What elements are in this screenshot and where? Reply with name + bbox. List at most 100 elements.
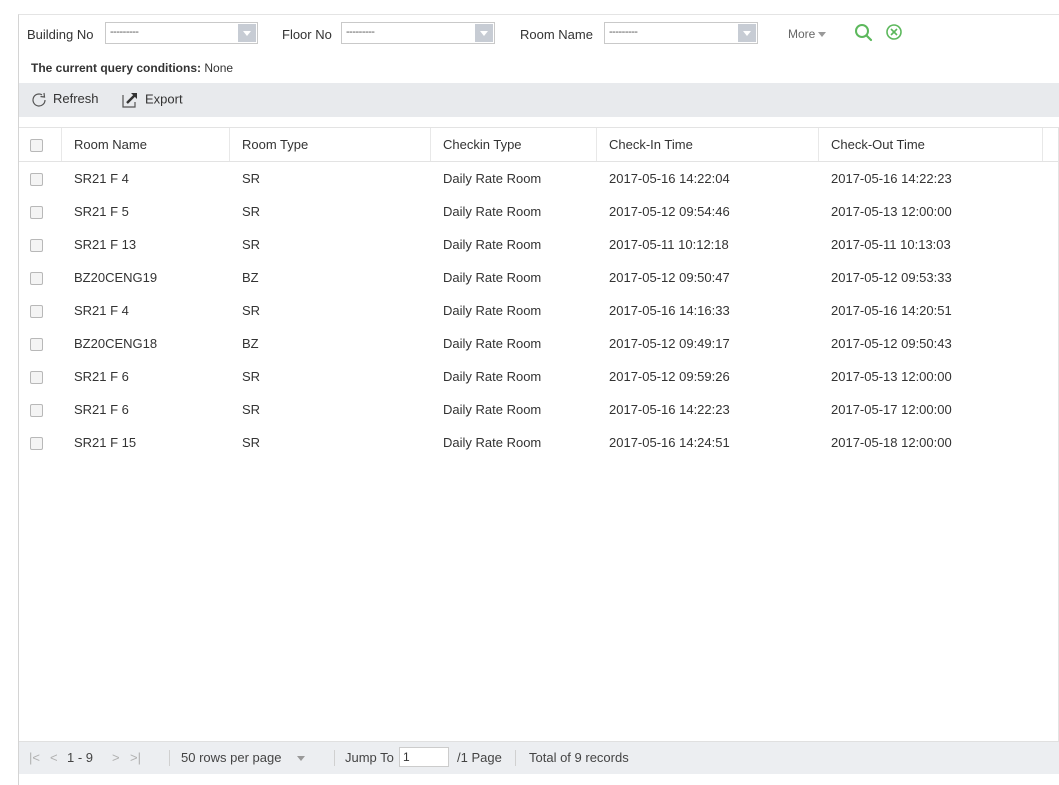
- row-checkbox[interactable]: [30, 404, 43, 417]
- toolbar: Refresh Export: [19, 83, 1059, 117]
- caret-down-icon: [818, 32, 827, 38]
- room-name-cell: SR21 F 6: [74, 402, 129, 417]
- main-panel: Building No --------- Floor No ---------…: [18, 14, 1059, 785]
- table-row[interactable]: BZ20CENG19 BZ Daily Rate Room 2017-05-12 09…: [19, 261, 1058, 294]
- check-out-time-cell: 2017-05-13 12:00:00: [831, 369, 952, 384]
- filter-bar: Building No --------- Floor No ---------…: [19, 15, 1059, 55]
- query-conditions-value: None: [204, 61, 234, 75]
- refresh-button[interactable]: Refresh: [31, 91, 99, 108]
- room-name-select[interactable]: ---------: [604, 22, 758, 44]
- export-button[interactable]: Export: [121, 91, 183, 109]
- row-select-cell: [19, 426, 62, 459]
- check-in-time-cell: 2017-05-12 09:49:17: [609, 336, 730, 351]
- row-select-cell: [19, 261, 62, 294]
- chevron-down-icon[interactable]: [738, 24, 756, 42]
- row-select-cell: [19, 327, 62, 360]
- row-select-cell: [19, 393, 62, 426]
- room-name-value: ---------: [609, 26, 638, 38]
- row-select-cell: [19, 162, 62, 195]
- chevron-down-icon[interactable]: [475, 24, 493, 42]
- table-row[interactable]: BZ20CENG18 BZ Daily Rate Room 2017-05-12 09…: [19, 327, 1058, 360]
- check-out-time-cell: 2017-05-18 12:00:00: [831, 435, 952, 450]
- jump-to-input[interactable]: [399, 747, 449, 767]
- column-header-check-out-time[interactable]: Check-Out Time: [819, 128, 1043, 161]
- floor-no-select[interactable]: ---------: [341, 22, 495, 44]
- building-no-value: ---------: [110, 26, 139, 38]
- check-out-time-cell: 2017-05-13 12:00:00: [831, 204, 952, 219]
- room-type-cell: BZ: [242, 336, 259, 351]
- room-type-cell: SR: [242, 171, 261, 186]
- room-type-cell: BZ: [242, 270, 259, 285]
- table-row[interactable]: SR21 F 5 SR Daily Rate Room 2017-05-12 09:5…: [19, 195, 1058, 228]
- row-checkbox[interactable]: [30, 371, 43, 384]
- check-in-time-cell: 2017-05-12 09:54:46: [609, 204, 730, 219]
- select-all-cell: [19, 128, 62, 161]
- floor-no-value: ---------: [346, 26, 375, 38]
- row-checkbox[interactable]: [30, 338, 43, 351]
- table-row[interactable]: SR21 F 4 SR Daily Rate Room 2017-05-16 14:2…: [19, 162, 1058, 195]
- jump-to-label: Jump To: [345, 750, 394, 765]
- row-checkbox[interactable]: [30, 206, 43, 219]
- room-name-cell: BZ20CENG18: [74, 336, 158, 351]
- room-name-cell: SR21 F 5: [74, 204, 129, 219]
- rows-per-page-select[interactable]: 50 rows per page: [181, 750, 306, 765]
- checkin-type-cell: Daily Rate Room: [443, 336, 542, 351]
- check-in-time-cell: 2017-05-16 14:16:33: [609, 303, 730, 318]
- query-conditions-label: The current query conditions:: [31, 61, 202, 75]
- select-all-checkbox[interactable]: [30, 139, 43, 152]
- row-checkbox[interactable]: [30, 272, 43, 285]
- room-type-cell: SR: [242, 204, 261, 219]
- room-name-cell: BZ20CENG19: [74, 270, 158, 285]
- check-out-time-cell: 2017-05-16 14:22:23: [831, 171, 952, 186]
- search-icon[interactable]: [853, 22, 877, 46]
- refresh-label: Refresh: [53, 91, 99, 106]
- pager-divider: [169, 750, 170, 766]
- room-type-cell: SR: [242, 237, 261, 252]
- column-header-check-in-time[interactable]: Check-In Time: [597, 128, 819, 161]
- export-icon: [122, 93, 137, 108]
- row-select-cell: [19, 195, 62, 228]
- more-label: More: [788, 27, 816, 41]
- column-header-room-type[interactable]: Room Type: [230, 128, 431, 161]
- check-in-time-cell: 2017-05-16 14:22:23: [609, 402, 730, 417]
- check-in-time-cell: 2017-05-12 09:50:47: [609, 270, 730, 285]
- pager-divider: [515, 750, 516, 766]
- row-checkbox[interactable]: [30, 305, 43, 318]
- caret-down-icon: [297, 756, 306, 762]
- checkin-type-cell: Daily Rate Room: [443, 237, 542, 252]
- page-range: 1 - 9: [67, 750, 94, 765]
- total-records: Total of 9 records: [529, 750, 629, 765]
- table-row[interactable]: SR21 F 4 SR Daily Rate Room 2017-05-16 14:1…: [19, 294, 1058, 327]
- table-row[interactable]: SR21 F 6 SR Daily Rate Room 2017-05-12 09:5…: [19, 360, 1058, 393]
- first-page-button[interactable]: |<: [29, 750, 40, 765]
- checkin-type-cell: Daily Rate Room: [443, 435, 542, 450]
- last-page-button[interactable]: >|: [130, 750, 141, 765]
- row-checkbox[interactable]: [30, 239, 43, 252]
- prev-page-button[interactable]: <: [50, 750, 58, 765]
- row-checkbox[interactable]: [30, 173, 43, 186]
- checkin-type-cell: Daily Rate Room: [443, 270, 542, 285]
- table-row[interactable]: SR21 F 6 SR Daily Rate Room 2017-05-16 14:2…: [19, 393, 1058, 426]
- check-out-time-cell: 2017-05-12 09:50:43: [831, 336, 952, 351]
- check-out-time-cell: 2017-05-12 09:53:33: [831, 270, 952, 285]
- table-row[interactable]: SR21 F 15 SR Daily Rate Room 2017-05-16 14:…: [19, 426, 1058, 459]
- chevron-down-icon[interactable]: [238, 24, 256, 42]
- room-name-cell: SR21 F 4: [74, 171, 129, 186]
- more-filters-button[interactable]: More: [788, 27, 827, 41]
- floor-no-label: Floor No: [282, 27, 332, 42]
- column-header-room-name[interactable]: Room Name: [62, 128, 230, 161]
- table-row[interactable]: SR21 F 13 SR Daily Rate Room 2017-05-11 10:…: [19, 228, 1058, 261]
- building-no-label: Building No: [27, 27, 94, 42]
- checkin-type-cell: Daily Rate Room: [443, 204, 542, 219]
- room-name-cell: SR21 F 4: [74, 303, 129, 318]
- next-page-button[interactable]: >: [112, 750, 120, 765]
- check-in-time-cell: 2017-05-11 10:12:18: [609, 237, 729, 252]
- column-header-checkin-type[interactable]: Checkin Type: [431, 128, 597, 161]
- clear-filter-icon[interactable]: [883, 22, 907, 46]
- room-type-cell: SR: [242, 402, 261, 417]
- row-checkbox[interactable]: [30, 437, 43, 450]
- checkin-type-cell: Daily Rate Room: [443, 171, 542, 186]
- room-name-cell: SR21 F 13: [74, 237, 137, 252]
- building-no-select[interactable]: ---------: [105, 22, 258, 44]
- room-type-cell: SR: [242, 369, 261, 384]
